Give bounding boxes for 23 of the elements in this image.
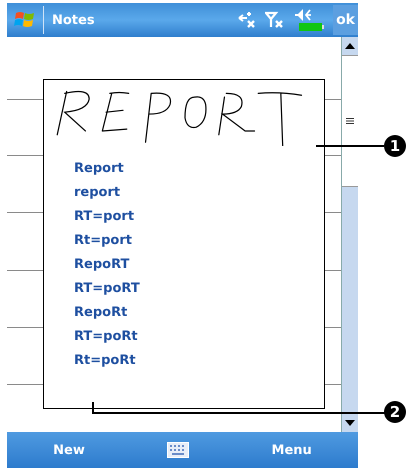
- grip-icon: [346, 118, 354, 124]
- speaker-battery-icon[interactable]: [293, 8, 326, 32]
- menu-button[interactable]: Menu: [262, 438, 322, 462]
- scroll-up-arrow-icon[interactable]: [345, 43, 355, 49]
- keyboard-icon[interactable]: [167, 442, 190, 458]
- suggestion-item[interactable]: report: [74, 184, 324, 202]
- signal-icon[interactable]: [265, 11, 286, 29]
- suggestion-item[interactable]: RepoRt: [74, 304, 324, 322]
- suggestion-item[interactable]: Rt=poRt: [74, 352, 324, 370]
- new-button[interactable]: New: [43, 438, 95, 462]
- connectivity-icon[interactable]: [237, 11, 258, 29]
- suggestion-item[interactable]: Rt=port: [74, 232, 324, 250]
- scrollbar[interactable]: [341, 37, 358, 432]
- callout-number: 2: [384, 401, 406, 423]
- window-title: Notes: [52, 12, 96, 28]
- suggestion-item[interactable]: RT=port: [74, 208, 324, 226]
- suggestion-item[interactable]: RT=poRt: [74, 328, 324, 346]
- callout-number: 1: [384, 135, 406, 157]
- suggestion-item[interactable]: RepoRT: [74, 256, 324, 274]
- scroll-thumb[interactable]: [342, 55, 358, 187]
- suggestion-item[interactable]: RT=poRT: [74, 280, 324, 298]
- scroll-down-arrow-icon[interactable]: [345, 420, 355, 426]
- suggestion-item[interactable]: Report: [74, 160, 324, 178]
